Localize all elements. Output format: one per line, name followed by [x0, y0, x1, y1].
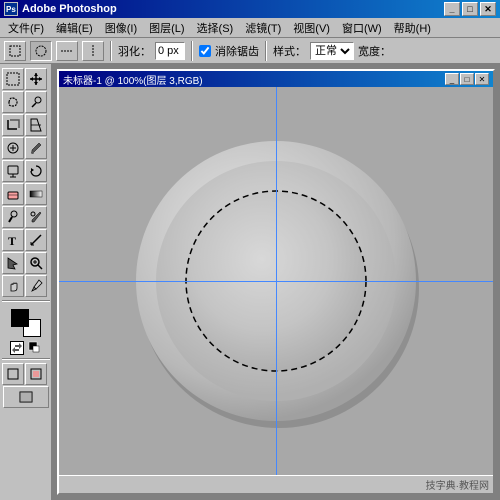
svg-text:T: T	[8, 234, 16, 247]
separator-2	[191, 41, 193, 61]
main-area: T	[0, 64, 500, 500]
eyedropper-tool[interactable]	[25, 275, 47, 297]
ellipse-marquee-btn[interactable]	[30, 41, 52, 61]
doc-minimize-btn[interactable]: _	[445, 73, 459, 85]
magic-wand-tool[interactable]	[25, 91, 47, 113]
default-colors-icon[interactable]	[28, 341, 42, 355]
pen-tool[interactable]	[25, 206, 47, 228]
style-select[interactable]: 正常	[310, 42, 354, 60]
gradient-tool[interactable]	[25, 183, 47, 205]
mode-row	[2, 363, 49, 385]
separator-1	[110, 41, 112, 61]
move-tool[interactable]	[25, 68, 47, 90]
crosshair-vertical	[276, 87, 277, 475]
menu-filter[interactable]: 滤镜(T)	[239, 18, 287, 38]
history-tool[interactable]	[25, 160, 47, 182]
app-title: Adobe Photoshop	[22, 3, 117, 15]
row-marquee-btn[interactable]	[56, 41, 78, 61]
close-button[interactable]: ✕	[480, 2, 496, 16]
screen-mode[interactable]	[3, 386, 49, 408]
menu-bar: 文件(F) 编辑(E) 图像(I) 图层(L) 选择(S) 滤镜(T) 视图(V…	[0, 18, 500, 38]
menu-layer[interactable]: 图层(L)	[143, 18, 190, 38]
doc-title-controls: _ □ ✕	[445, 73, 489, 85]
rect-marquee-btn[interactable]	[4, 41, 26, 61]
tool-separator	[2, 300, 50, 302]
slice-tool[interactable]	[25, 114, 47, 136]
watermark-text: 技字典·教程网	[426, 477, 489, 492]
lasso-tool[interactable]	[2, 91, 24, 113]
tool-row-8: T	[2, 229, 49, 251]
mode-separator	[2, 358, 50, 360]
menu-select[interactable]: 选择(S)	[191, 18, 240, 38]
feather-label: 羽化：	[118, 43, 151, 59]
maximize-button[interactable]: □	[462, 2, 478, 16]
swap-color-icon[interactable]	[10, 341, 24, 355]
eraser-tool[interactable]	[2, 183, 24, 205]
brush-tool[interactable]	[25, 137, 47, 159]
tool-row-1	[2, 68, 49, 90]
hand-tool[interactable]	[2, 275, 24, 297]
tool-row-5	[2, 160, 49, 182]
crop-tool[interactable]	[2, 114, 24, 136]
color-area	[2, 309, 49, 355]
color-boxes	[11, 309, 41, 337]
title-bar: Ps Adobe Photoshop _ □ ✕	[0, 0, 500, 18]
antialias-label: 消除锯齿	[215, 43, 259, 59]
measure-tool[interactable]	[25, 229, 47, 251]
title-bar-controls: _ □ ✕	[444, 2, 496, 16]
watermark: 技字典·教程网	[59, 475, 493, 493]
doc-close-btn[interactable]: ✕	[475, 73, 489, 85]
toolbox: T	[0, 64, 52, 500]
antialias-checkbox[interactable]	[199, 45, 211, 57]
document-title-bar: 未标器-1 @ 100%(图层 3,RGB) _ □ ✕	[59, 71, 493, 87]
separator-3	[265, 41, 267, 61]
zoom-tool[interactable]	[25, 252, 47, 274]
col-marquee-btn[interactable]	[82, 41, 104, 61]
standard-mode[interactable]	[2, 363, 24, 385]
stamp-tool[interactable]	[2, 160, 24, 182]
screen-mode-row	[2, 386, 49, 408]
quick-mask-mode[interactable]	[25, 363, 47, 385]
feather-input[interactable]	[155, 42, 185, 60]
tool-row-3	[2, 114, 49, 136]
menu-view[interactable]: 视图(V)	[287, 18, 336, 38]
tool-row-9	[2, 252, 49, 274]
path-select-tool[interactable]	[2, 252, 24, 274]
menu-help[interactable]: 帮助(H)	[388, 18, 437, 38]
app-icon: Ps	[4, 2, 18, 16]
document-window: 未标器-1 @ 100%(图层 3,RGB) _ □ ✕	[57, 69, 495, 495]
tool-row-10	[2, 275, 49, 297]
marquee-tool[interactable]	[2, 68, 24, 90]
foreground-color[interactable]	[11, 309, 29, 327]
document-title: 未标器-1 @ 100%(图层 3,RGB)	[63, 72, 203, 87]
menu-image[interactable]: 图像(I)	[99, 18, 143, 38]
svg-text:Ps: Ps	[6, 5, 16, 14]
document-canvas	[59, 87, 493, 475]
menu-file[interactable]: 文件(F)	[2, 18, 50, 38]
style-label: 样式：	[273, 43, 306, 59]
options-bar: 羽化： 消除锯齿 样式： 正常 宽度：	[0, 38, 500, 64]
minimize-button[interactable]: _	[444, 2, 460, 16]
doc-restore-btn[interactable]: □	[460, 73, 474, 85]
tool-row-7	[2, 206, 49, 228]
heal-tool[interactable]	[2, 137, 24, 159]
text-tool[interactable]: T	[2, 229, 24, 251]
tool-row-2	[2, 91, 49, 113]
tool-row-4	[2, 137, 49, 159]
width-label: 宽度：	[358, 43, 391, 59]
menu-edit[interactable]: 编辑(E)	[50, 18, 99, 38]
menu-window[interactable]: 窗口(W)	[336, 18, 388, 38]
canvas-area: 未标器-1 @ 100%(图层 3,RGB) _ □ ✕	[52, 64, 500, 500]
dodge-tool[interactable]	[2, 206, 24, 228]
tool-row-6	[2, 183, 49, 205]
